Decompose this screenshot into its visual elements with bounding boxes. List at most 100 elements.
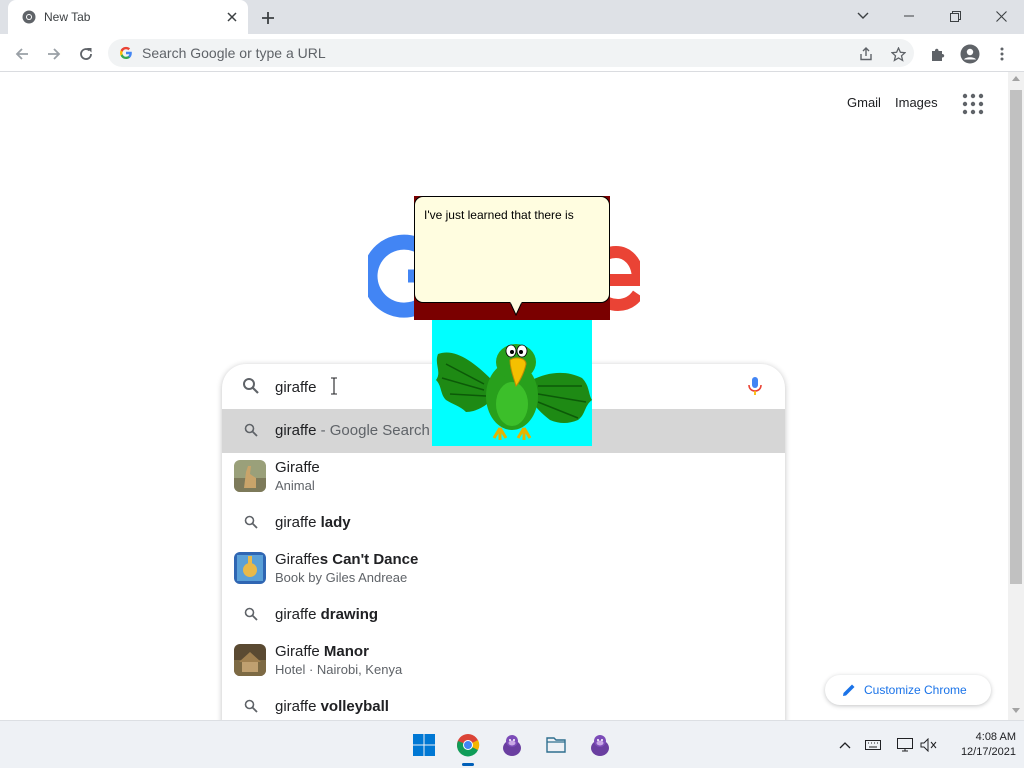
share-button[interactable] xyxy=(857,45,875,63)
suggestion-row[interactable]: giraffe lady xyxy=(222,499,785,545)
chevron-down-icon xyxy=(857,12,869,19)
tab-search-button[interactable] xyxy=(840,0,886,32)
scroll-down-icon[interactable] xyxy=(1012,708,1020,713)
forward-button[interactable] xyxy=(40,40,68,68)
omnibox-placeholder: Search Google or type a URL xyxy=(142,45,326,61)
suggestion-row[interactable]: Giraffe Animal xyxy=(222,453,785,499)
customize-chrome-label: Customize Chrome xyxy=(864,683,967,697)
bookmark-button[interactable] xyxy=(889,45,907,63)
speaker-muted-icon xyxy=(920,738,937,752)
suggestion-text: giraffe lady xyxy=(275,514,351,531)
speech-tail-icon xyxy=(510,302,522,316)
folder-icon xyxy=(546,737,566,753)
share-icon xyxy=(860,47,872,61)
suggestion-subtitle: Hotel · Nairobi, Kenya xyxy=(275,662,403,677)
reload-button[interactable] xyxy=(72,40,100,68)
show-hidden-icons-button[interactable] xyxy=(836,737,854,753)
restore-button[interactable] xyxy=(932,0,978,32)
plus-icon xyxy=(262,12,274,24)
taskbar-bonzi[interactable] xyxy=(496,729,528,761)
pencil-icon xyxy=(843,684,855,696)
back-button[interactable] xyxy=(8,40,36,68)
monitor-icon xyxy=(897,738,913,752)
parrot-icon xyxy=(436,344,592,440)
avatar-icon xyxy=(960,44,980,64)
star-icon xyxy=(890,46,906,62)
suggestion-text: giraffe - Google Search xyxy=(275,422,430,439)
restore-icon xyxy=(949,10,961,22)
network-button[interactable] xyxy=(896,737,914,753)
close-icon xyxy=(995,10,1007,22)
tab-close-button[interactable] xyxy=(224,9,240,25)
chrome-menu-button[interactable] xyxy=(988,40,1016,68)
speech-text: I've just learned that there is xyxy=(424,208,574,222)
scroll-up-icon[interactable] xyxy=(1012,76,1020,81)
windows-icon xyxy=(413,734,435,756)
volume-button[interactable] xyxy=(920,737,938,753)
purple-gorilla-icon xyxy=(591,735,609,756)
chevron-up-icon xyxy=(839,742,851,749)
suggestion-row[interactable]: giraffe drawing xyxy=(222,591,785,637)
keyboard-button[interactable] xyxy=(864,737,882,753)
arrow-left-icon xyxy=(15,48,28,60)
close-window-button[interactable] xyxy=(978,0,1024,32)
arrow-right-icon xyxy=(48,48,61,60)
minimize-icon xyxy=(904,15,914,17)
new-tab-button[interactable] xyxy=(258,8,278,28)
taskbar-bonzi-2[interactable] xyxy=(584,729,616,761)
profile-button[interactable] xyxy=(956,40,984,68)
clock-date: 12/17/2021 xyxy=(960,746,1016,758)
tab-new-tab[interactable]: New Tab xyxy=(8,0,248,34)
assistant-speech-window: I've just learned that there is xyxy=(414,196,610,320)
suggestion-subtitle: Book by Giles Andreae xyxy=(275,570,408,585)
puzzle-icon xyxy=(932,48,945,61)
omnibox[interactable]: Search Google or type a URL xyxy=(108,39,914,67)
chrome-icon xyxy=(22,10,36,24)
clock-time: 4:08 AM xyxy=(975,731,1016,743)
microphone-icon[interactable] xyxy=(746,376,764,396)
browser-toolbar: Search Google or type a URL xyxy=(0,34,1024,72)
more-vert-icon xyxy=(1000,47,1004,61)
close-icon xyxy=(227,12,237,22)
tab-title: New Tab xyxy=(44,10,91,24)
speech-bubble: I've just learned that there is xyxy=(414,196,610,303)
suggestion-text: Giraffe Manor xyxy=(275,643,369,660)
taskbar-file-explorer[interactable] xyxy=(540,729,572,761)
customize-chrome-button[interactable]: Customize Chrome xyxy=(825,675,991,705)
suggestion-row[interactable]: Giraffe Manor Hotel · Nairobi, Kenya xyxy=(222,637,785,683)
search-input[interactable]: giraffe xyxy=(275,379,316,396)
suggestion-row[interactable]: Giraffes Can't Dance Book by Giles Andre… xyxy=(222,545,785,591)
text-cursor-icon xyxy=(331,377,337,395)
windows-taskbar: 4:08 AM 12/17/2021 xyxy=(0,720,1024,768)
suggestion-text: Giraffe xyxy=(275,459,320,476)
title-bar: New Tab xyxy=(0,0,1024,34)
search-icon xyxy=(244,423,258,437)
chrome-icon xyxy=(457,734,480,757)
active-app-indicator xyxy=(462,763,474,766)
images-link[interactable]: Images xyxy=(895,95,938,110)
taskbar-chrome[interactable] xyxy=(452,729,484,761)
google-g-icon xyxy=(120,46,132,59)
gmail-link[interactable]: Gmail xyxy=(847,95,881,110)
extensions-button[interactable] xyxy=(924,40,952,68)
purple-gorilla-icon xyxy=(503,735,521,756)
page-scrollbar[interactable] xyxy=(1008,72,1024,720)
search-icon xyxy=(244,607,258,621)
minimize-button[interactable] xyxy=(886,0,932,32)
suggestion-text: giraffe drawing xyxy=(275,606,379,623)
suggestion-row[interactable]: giraffe volleyball xyxy=(222,683,785,724)
scrollbar-thumb[interactable] xyxy=(1010,90,1022,584)
apps-grid-icon[interactable] xyxy=(962,93,984,115)
giraffe-thumbnail xyxy=(234,460,266,492)
hotel-thumbnail xyxy=(234,644,266,676)
book-cover-thumbnail xyxy=(234,552,266,584)
keyboard-icon xyxy=(865,740,881,750)
search-icon xyxy=(244,699,258,713)
system-clock[interactable]: 4:08 AM 12/17/2021 xyxy=(946,730,1016,760)
search-icon xyxy=(243,378,259,394)
reload-icon xyxy=(80,48,92,60)
start-button[interactable] xyxy=(408,729,440,761)
search-icon xyxy=(244,515,258,529)
parrot-assistant[interactable] xyxy=(432,320,592,446)
suggestion-subtitle: Animal xyxy=(275,478,315,493)
